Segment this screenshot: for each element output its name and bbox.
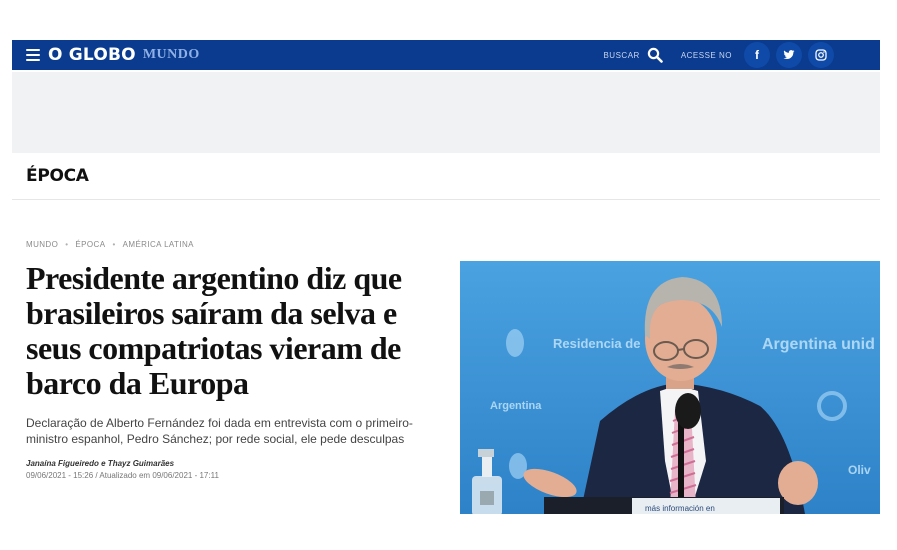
podium-text: más información en: [645, 504, 715, 513]
access-label: ACESSE NO: [680, 50, 732, 60]
nav-right: BUSCAR ACESSE NO f: [603, 42, 834, 68]
backdrop-text-argentina: Argentina: [490, 400, 542, 412]
article-authors[interactable]: Janaína Figueiredo e Thayz Guimarães: [26, 459, 174, 468]
menu-icon[interactable]: [26, 49, 40, 61]
epoca-logo[interactable]: ÉPOCA: [26, 166, 89, 186]
article-subheadline: Declaração de Alberto Fernández foi dada…: [26, 416, 413, 446]
site-logo[interactable]: O GLOBO: [48, 45, 136, 65]
article-photo[interactable]: Residencia de Argentina unid Argentina O…: [460, 261, 880, 514]
breadcrumb-separator: •: [112, 240, 116, 249]
backdrop-text-residencia: Residencia de: [553, 336, 640, 351]
breadcrumb-separator: •: [65, 240, 69, 249]
backdrop-text-oliv: Oliv: [848, 463, 871, 477]
facebook-glyph: f: [755, 48, 759, 62]
breadcrumb-america-latina[interactable]: AMÉRICA LATINA: [123, 240, 194, 249]
article-headline: Presidente argentino diz que brasileiros…: [26, 260, 402, 401]
search-label[interactable]: BUSCAR: [603, 51, 639, 60]
facebook-icon[interactable]: f: [744, 42, 770, 68]
page: O GLOBO MUNDO BUSCAR ACESSE NO f ÉPOCA M…: [0, 0, 897, 550]
ad-placeholder: [12, 72, 880, 153]
instagram-icon[interactable]: [808, 42, 834, 68]
section-title[interactable]: MUNDO: [143, 47, 200, 63]
header-divider: [12, 199, 880, 200]
search-icon[interactable]: [647, 47, 663, 63]
breadcrumb-mundo[interactable]: MUNDO: [26, 240, 58, 249]
article-dates: 09/06/2021 - 15:26 / Atualizado em 09/06…: [26, 471, 219, 480]
twitter-icon[interactable]: [776, 42, 802, 68]
breadcrumb: MUNDO • ÉPOCA • AMÉRICA LATINA: [26, 240, 194, 249]
backdrop-text-argentina-unida: Argentina unid: [762, 336, 875, 353]
top-navbar: O GLOBO MUNDO BUSCAR ACESSE NO f: [12, 40, 880, 70]
breadcrumb-epoca[interactable]: ÉPOCA: [75, 240, 105, 249]
